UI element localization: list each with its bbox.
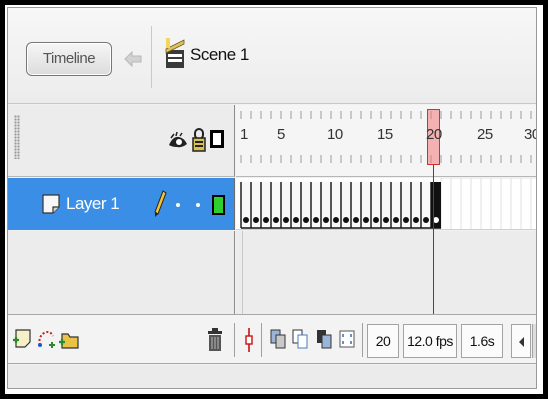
frame-rate-field[interactable]: 12.0 fps — [403, 324, 457, 358]
scroll-left-button[interactable] — [511, 324, 531, 358]
layer-name[interactable]: Layer 1 — [66, 194, 120, 214]
back-arrow-icon[interactable] — [123, 50, 143, 68]
visibility-dot[interactable] — [176, 203, 180, 207]
ruler-label: 5 — [277, 126, 285, 143]
panel-footer — [8, 365, 536, 388]
onion-skin-icon[interactable] — [270, 327, 286, 351]
layer-list-empty — [8, 231, 235, 314]
ruler-label: 25 — [477, 126, 493, 143]
scroll-left-icon — [519, 337, 524, 347]
current-frame-field[interactable]: 20 — [367, 324, 399, 358]
playhead-line — [433, 165, 434, 314]
ruler-label: 20 — [426, 126, 442, 143]
timeline-button[interactable]: Timeline — [26, 42, 112, 76]
layer-page-icon — [42, 194, 60, 214]
edit-multiple-frames-icon[interactable] — [316, 327, 332, 351]
eye-icon[interactable] — [168, 132, 188, 150]
horizontal-scrollbar[interactable] — [532, 324, 536, 358]
frames-track-art — [240, 178, 536, 229]
frames-empty — [236, 231, 536, 314]
center-frame-icon[interactable] — [244, 327, 254, 353]
motion-guide-icon[interactable] — [36, 327, 56, 351]
scene-clapper-icon — [165, 38, 185, 68]
insert-layer-icon[interactable] — [12, 327, 34, 351]
status-separator — [261, 323, 262, 357]
timeline-status-bar: 20 12.0 fps 1.6s — [8, 314, 536, 364]
scene-label[interactable]: Scene 1 — [190, 45, 249, 65]
onion-skin-outlines-icon[interactable] — [292, 327, 308, 351]
toolbar-separator — [151, 26, 152, 88]
layer-frames-track[interactable] — [236, 178, 536, 230]
insert-folder-icon[interactable] — [58, 327, 80, 351]
status-separator — [234, 323, 235, 357]
status-separator — [362, 323, 363, 357]
frame-ruler[interactable]: 1 5 10 15 20 25 30 — [236, 105, 536, 177]
resize-grip[interactable] — [14, 115, 20, 159]
modify-onion-markers-icon[interactable] — [339, 327, 355, 351]
ruler-label: 30 — [524, 126, 536, 143]
frame-column-line — [242, 231, 243, 314]
outline-square-icon[interactable] — [210, 130, 224, 148]
outline-color-swatch[interactable] — [212, 195, 225, 215]
layer-row-layer-1[interactable]: Layer 1 — [8, 178, 235, 230]
elapsed-time-field[interactable]: 1.6s — [461, 324, 503, 358]
ruler-label: 10 — [327, 126, 343, 143]
layer-header — [8, 105, 235, 177]
lock-icon[interactable] — [192, 128, 206, 152]
lock-dot[interactable] — [196, 203, 200, 207]
trash-icon[interactable] — [206, 327, 224, 353]
ruler-label: 1 — [240, 126, 248, 143]
timeline-toolbar: Timeline Scene 1 — [8, 8, 536, 104]
ruler-label: 15 — [377, 126, 393, 143]
pencil-icon — [154, 190, 167, 217]
timeline-panel: Timeline Scene 1 1 5 10 15 20 25 3 Layer… — [7, 7, 537, 389]
